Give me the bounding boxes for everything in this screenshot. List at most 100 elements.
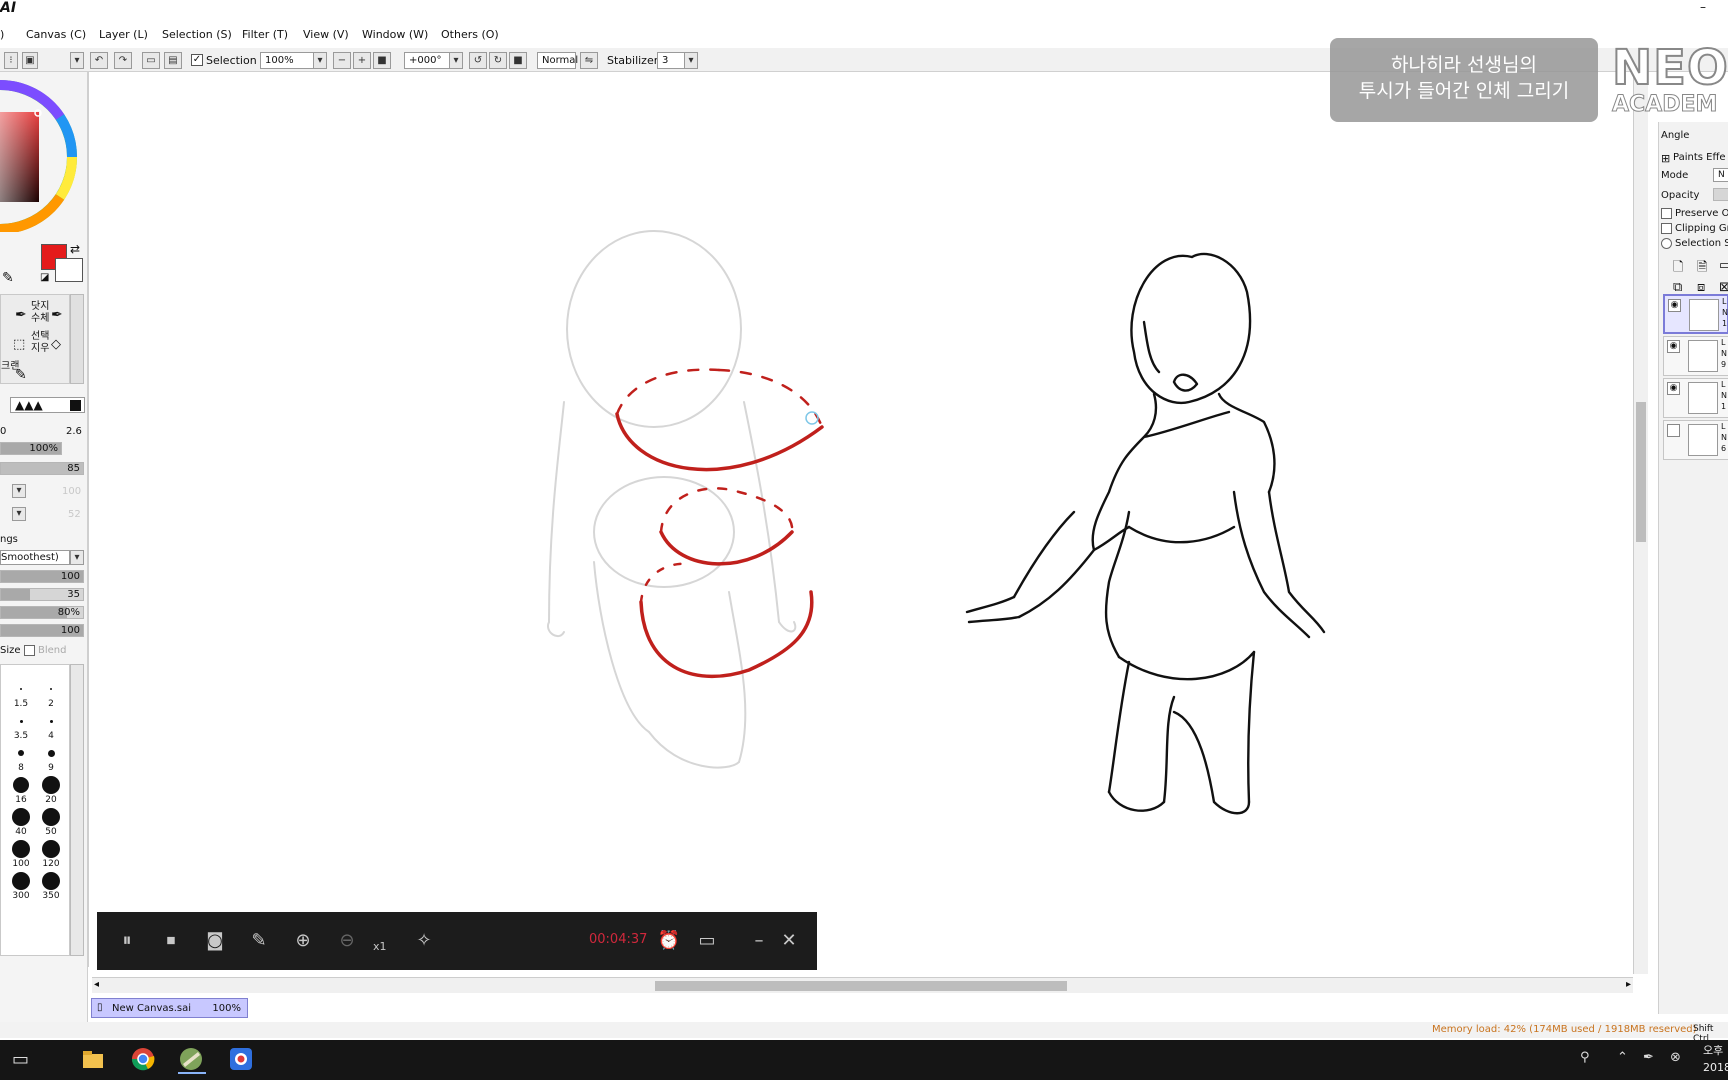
select-tool-icon[interactable]: ⬚ (13, 337, 25, 352)
taskbar-clock[interactable]: 오후 2018 (1703, 1042, 1728, 1076)
horizontal-scrollbar[interactable]: ◂ ▸ (92, 977, 1633, 993)
chrome-icon[interactable] (130, 1046, 158, 1074)
zoom-out-icon[interactable]: − (333, 52, 351, 69)
minimize-icon[interactable]: – (747, 929, 771, 953)
layer-visibility-icon[interactable]: ◉ (1667, 382, 1680, 395)
eraser-tool-icon[interactable]: ◇ (51, 337, 61, 352)
brush-size-cell[interactable]: 20 (36, 775, 66, 805)
drawing-canvas[interactable] (88, 72, 1648, 967)
density-slider[interactable]: 100% (0, 442, 62, 455)
opacity-slider[interactable] (1713, 188, 1728, 201)
stabilizer-dropdown-icon[interactable]: ▾ (684, 52, 698, 69)
brush-size-cell[interactable]: 120 (36, 839, 66, 869)
rotate-right-icon[interactable]: ↻ (489, 52, 507, 69)
blend-checkbox[interactable] (24, 645, 35, 656)
brush-size-cell[interactable]: 4 (36, 711, 66, 741)
new-layer-icon[interactable]: 🗋 (1673, 258, 1683, 280)
pause-icon[interactable]: ⏸ (115, 929, 139, 953)
mute-icon[interactable]: ⊗ (1670, 1050, 1681, 1065)
brush-shape-selector[interactable]: ▲▲▲ (10, 397, 85, 413)
menu-canvas[interactable]: Canvas (C) (26, 28, 86, 41)
layer-visibility-icon[interactable]: ◉ (1668, 299, 1681, 312)
task-view-icon[interactable]: ▭ (12, 1046, 40, 1074)
zoom-field[interactable]: 100% (260, 52, 315, 69)
brush-size-cell[interactable]: 8 (6, 743, 36, 773)
slider-2[interactable]: 35 (0, 588, 84, 601)
grid-toggle-icon[interactable]: ⁝ (4, 52, 18, 69)
zoom-in-icon[interactable]: + (353, 52, 371, 69)
brush-size-cell[interactable]: 40 (6, 807, 36, 837)
pen-icon[interactable]: ✎ (247, 929, 271, 953)
menu-view[interactable]: View (V) (303, 28, 349, 41)
dropdown-icon-a[interactable]: ▾ (12, 484, 26, 498)
pen-tool-icon[interactable]: ✒ (15, 307, 27, 323)
screenshot-icon[interactable]: ◙ (203, 929, 227, 953)
menu-others[interactable]: Others (O) (441, 28, 499, 41)
tray-chevron-icon[interactable]: ⌃ (1617, 1050, 1628, 1065)
brush-size-cell[interactable]: 2 (36, 679, 66, 709)
color-wheel[interactable] (0, 72, 88, 232)
scroll-left-icon[interactable]: ◂ (94, 979, 99, 990)
slider-3[interactable]: 80% (0, 606, 84, 619)
layer-visibility-icon[interactable]: ◉ (1667, 340, 1680, 353)
stabilizer-field[interactable]: 3 (657, 52, 686, 69)
brush-size-cell[interactable]: 16 (6, 775, 36, 805)
brush-size-cell[interactable]: 300 (6, 871, 36, 901)
mode-select[interactable]: N (1713, 168, 1728, 182)
brush-size-cell[interactable]: 100 (6, 839, 36, 869)
secondary-color-swatch[interactable] (55, 258, 83, 282)
brush-size-scrollbar[interactable] (70, 664, 84, 956)
close-icon[interactable]: ✕ (777, 929, 801, 953)
brush-shape-options[interactable]: ▲▲▲ (15, 398, 43, 412)
smoothing-dropdown-icon[interactable]: ▾ (70, 550, 84, 565)
file-explorer-icon[interactable] (80, 1046, 108, 1074)
brush-shape-square[interactable] (70, 400, 81, 411)
smoothing-select[interactable]: Smoothest) (0, 550, 70, 565)
new-linework-layer-icon[interactable]: 🗎 (1697, 258, 1707, 280)
sai-icon[interactable] (178, 1046, 206, 1074)
crayon-tool-icon[interactable]: ✎ (15, 367, 27, 383)
size-slider[interactable]: 85 (0, 462, 84, 475)
menu-filter[interactable]: Filter (T) (242, 28, 288, 41)
reset-colors-icon[interactable]: ◪ (40, 272, 49, 283)
dropdown-icon-b[interactable]: ▾ (12, 507, 26, 521)
view-toggle-icon[interactable]: ▣ (22, 52, 38, 69)
cursor-effect-icon[interactable]: ✧ (412, 929, 436, 953)
delete-layer-icon[interactable]: ⊠ (1719, 280, 1728, 295)
flip-icon[interactable]: ⇋ (580, 52, 598, 69)
rotate-left-icon[interactable]: ↺ (469, 52, 487, 69)
horizontal-scroll-thumb[interactable] (655, 981, 1067, 991)
zoom-reset-icon[interactable]: ■ (373, 52, 391, 69)
layer-row[interactable]: ◉ L N 9 (1663, 336, 1728, 376)
deselect-icon[interactable]: ▭ (142, 52, 160, 69)
redo-icon[interactable]: ↷ (114, 52, 132, 69)
minimize-window-button[interactable]: – (1700, 0, 1706, 14)
zoom-in-icon[interactable]: ⊕ (291, 929, 315, 953)
tool-scrollbar[interactable] (70, 294, 84, 384)
stop-icon[interactable]: ⏹ (159, 929, 183, 953)
selection-source-radio[interactable] (1661, 238, 1672, 249)
recorder-icon[interactable] (228, 1046, 256, 1074)
brush-size-cell[interactable]: 350 (36, 871, 66, 901)
menu-window[interactable]: Window (W) (362, 28, 428, 41)
vertical-scrollbar[interactable] (1633, 72, 1648, 974)
undo-icon[interactable]: ↶ (90, 52, 108, 69)
slider-4[interactable]: 100 (0, 624, 84, 637)
brush-size-cell[interactable]: 1.5 (6, 679, 36, 709)
brush-size-cell[interactable]: 50 (36, 807, 66, 837)
layer-row[interactable]: ◉ L N 1 (1663, 294, 1728, 334)
options-icon[interactable]: ▭ (695, 929, 719, 953)
merge-down-icon[interactable]: ⧈ (1697, 280, 1705, 295)
brush-size-cell[interactable]: 3.5 (6, 711, 36, 741)
layer-row[interactable]: ◉ L N 1 (1663, 378, 1728, 418)
water-brush-icon[interactable]: ✒ (51, 307, 63, 323)
alarm-icon[interactable]: ⏰ (657, 929, 681, 953)
selection-checkbox[interactable]: ✓ (191, 54, 203, 66)
preserve-opacity-checkbox[interactable] (1661, 208, 1672, 219)
scroll-right-icon[interactable]: ▸ (1626, 979, 1631, 990)
zoom-dropdown-icon[interactable]: ▾ (313, 52, 327, 69)
new-folder-icon[interactable]: ▭ (1719, 258, 1728, 273)
transfer-down-icon[interactable]: ⧉ (1673, 280, 1682, 295)
layer-visibility-icon[interactable] (1667, 424, 1680, 437)
zoom-out-icon[interactable]: ⊖ (335, 929, 359, 953)
